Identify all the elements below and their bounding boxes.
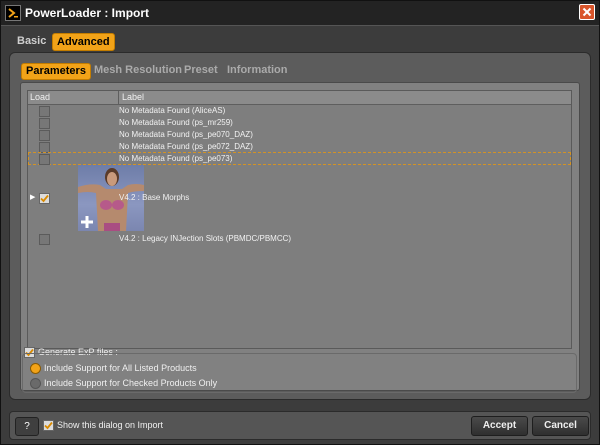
- tab-basic[interactable]: Basic: [13, 33, 50, 49]
- help-button[interactable]: ?: [15, 417, 39, 436]
- tab-advanced[interactable]: Advanced: [52, 33, 115, 51]
- checkmark-icon: [44, 421, 53, 430]
- load-checkbox[interactable]: [39, 154, 50, 165]
- row-label: V4.2 : Legacy INJection Slots (PBMDC/PBM…: [119, 234, 292, 243]
- tab-parameters[interactable]: Parameters: [21, 63, 91, 80]
- advanced-panel: Parameters Mesh Resolution Preset Inform…: [9, 52, 591, 400]
- table-header: Load Label: [28, 91, 571, 105]
- row-label: No Metadata Found (ps_pe072_DAZ): [119, 142, 253, 151]
- title-bar: PowerLoader : Import: [1, 1, 599, 26]
- load-checkbox[interactable]: [39, 118, 50, 129]
- row-label: No Metadata Found (AliceAS): [119, 106, 226, 115]
- close-button[interactable]: [579, 4, 595, 20]
- import-dialog: PowerLoader : Import Basic Advanced Para…: [0, 0, 600, 445]
- column-header-load[interactable]: Load: [30, 91, 119, 104]
- radio-checked-products[interactable]: [30, 378, 41, 389]
- row-label: V4.2 : Base Morphs: [119, 193, 190, 202]
- checkmark-icon: [40, 194, 49, 203]
- load-checkbox[interactable]: [39, 193, 50, 204]
- column-header-label[interactable]: Label: [122, 91, 144, 104]
- footer-bar: ? Show this dialog on Import Accept Canc…: [9, 411, 591, 440]
- help-icon: ?: [24, 421, 30, 432]
- load-checkbox[interactable]: [39, 106, 50, 117]
- radio-all-products-label[interactable]: Include Support for All Listed Products: [44, 363, 197, 373]
- load-checkbox[interactable]: [39, 234, 50, 245]
- tab-preset[interactable]: Preset: [180, 63, 222, 78]
- table-row[interactable]: No Metadata Found (ps_pe070_DAZ): [28, 129, 571, 141]
- close-icon: [582, 7, 592, 17]
- parameters-panel: Load Label No Metadata Found (AliceAS) N…: [20, 82, 580, 391]
- table-row[interactable]: ▶ V4.2 : Base Morphs: [28, 192, 571, 204]
- accept-button[interactable]: Accept: [471, 416, 528, 436]
- radio-all-products[interactable]: [30, 363, 41, 374]
- table-row-selected[interactable]: No Metadata Found (ps_pe073): [28, 152, 571, 165]
- row-label: No Metadata Found (ps_mr259): [119, 118, 233, 127]
- window-title: PowerLoader : Import: [25, 6, 150, 20]
- show-dialog-checkbox[interactable]: [43, 420, 54, 431]
- tab-information[interactable]: Information: [223, 63, 292, 78]
- plus-icon: [81, 216, 93, 228]
- load-checkbox[interactable]: [39, 130, 50, 141]
- row-label: No Metadata Found (ps_pe070_DAZ): [119, 130, 253, 139]
- products-table: Load Label No Metadata Found (AliceAS) N…: [27, 90, 572, 349]
- show-dialog-label[interactable]: Show this dialog on Import: [57, 420, 163, 430]
- table-row[interactable]: No Metadata Found (AliceAS): [28, 105, 571, 117]
- table-row[interactable]: No Metadata Found (ps_mr259): [28, 117, 571, 129]
- tab-mesh-resolution[interactable]: Mesh Resolution: [90, 63, 186, 78]
- cancel-button[interactable]: Cancel: [532, 416, 589, 436]
- exp-options-group: Include Support for All Listed Products …: [22, 353, 577, 393]
- powerloader-app-icon: [5, 5, 21, 21]
- row-label: No Metadata Found (ps_pe073): [119, 154, 233, 163]
- expand-arrow-icon[interactable]: ▶: [30, 193, 35, 201]
- table-row[interactable]: V4.2 : Legacy INJection Slots (PBMDC/PBM…: [28, 233, 571, 245]
- radio-checked-products-label[interactable]: Include Support for Checked Products Onl…: [44, 378, 217, 388]
